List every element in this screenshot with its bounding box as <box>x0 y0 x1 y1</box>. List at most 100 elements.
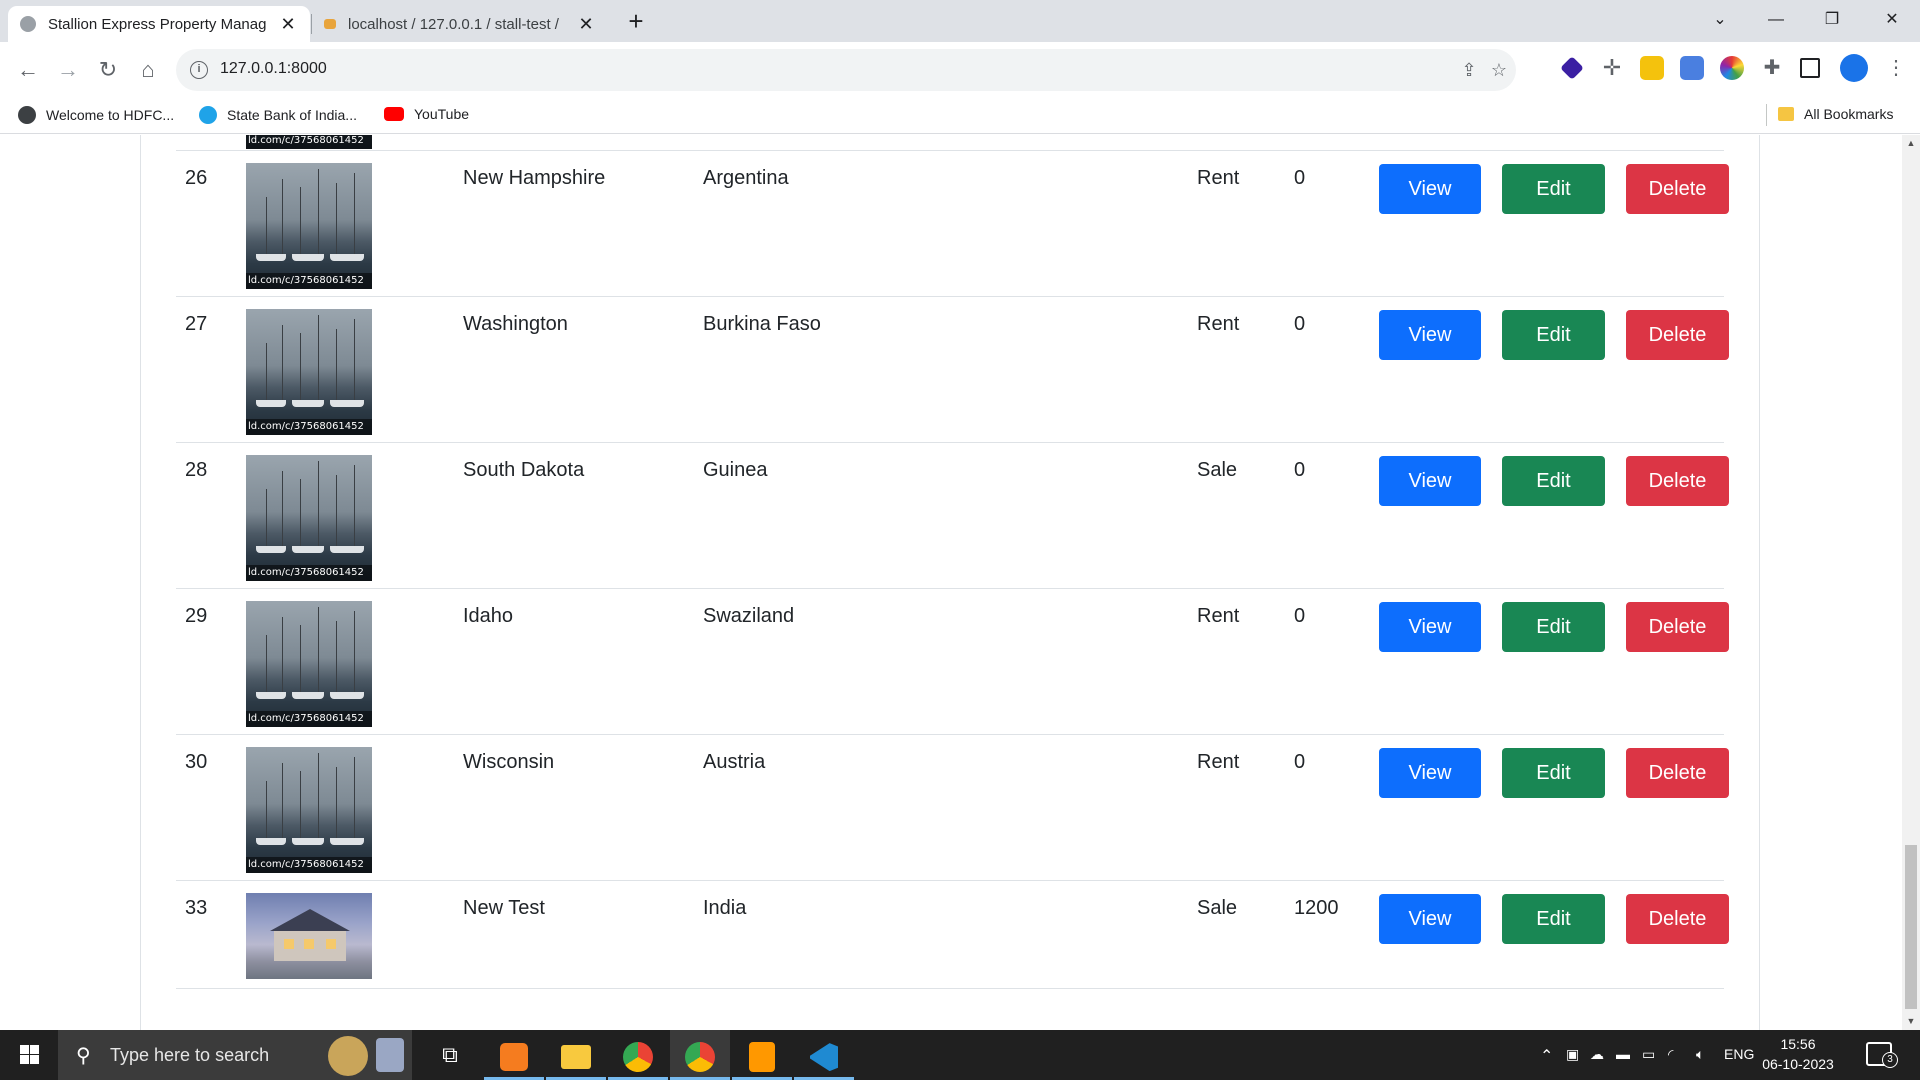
tab-phpmyadmin[interactable]: localhost / 127.0.0.1 / stall-test / ✕ <box>312 6 608 42</box>
language-indicator[interactable]: ENG <box>1724 1046 1754 1062</box>
property-state: Wisconsin <box>463 751 555 773</box>
wifi-icon[interactable]: ◜ <box>1668 1046 1673 1063</box>
task-view-icon[interactable]: ⧉ <box>420 1030 480 1080</box>
property-id: 27 <box>185 313 208 335</box>
taskbar-clock[interactable]: 15:56 06-10-2023 <box>1760 1034 1836 1074</box>
close-window-icon[interactable]: ✕ <box>1864 0 1920 40</box>
property-id: 26 <box>185 167 208 189</box>
delete-button[interactable]: Delete <box>1626 164 1729 214</box>
property-price: 0 <box>1294 313 1306 335</box>
view-button[interactable]: View <box>1379 602 1481 652</box>
browser-toolbar: ← → ↻ ⌂ i 127.0.0.1:8000 ⇪ ☆ <box>0 42 1920 98</box>
edit-button[interactable]: Edit <box>1502 456 1605 506</box>
row-divider <box>176 442 1724 443</box>
meet-now-icon[interactable]: ▣ <box>1566 1046 1579 1063</box>
reload-icon[interactable]: ↻ <box>92 54 124 86</box>
restore-icon[interactable]: ❐ <box>1804 0 1860 40</box>
tab-stallion-express[interactable]: Stallion Express Property Manag ✕ <box>8 6 310 42</box>
delete-button[interactable]: Delete <box>1626 894 1729 944</box>
delete-button[interactable]: Delete <box>1626 456 1729 506</box>
property-type: Rent <box>1197 167 1240 189</box>
extension-colorpicker-icon[interactable] <box>1720 56 1744 80</box>
delete-button[interactable]: Delete <box>1626 748 1729 798</box>
chrome-profile-icon[interactable] <box>670 1030 730 1080</box>
tab-search-chevron-down-icon[interactable]: ⌄ <box>1692 0 1748 40</box>
scrollbar-thumb[interactable] <box>1905 845 1917 1009</box>
windows-start-button[interactable] <box>0 1030 58 1080</box>
page-viewport: ld.com/c/37568061452 26 ld.com/c/3756806… <box>0 135 1902 1030</box>
property-image: ld.com/c/37568061452 <box>246 309 372 435</box>
bookmark-label: State Bank of India... <box>227 107 357 123</box>
file-explorer-icon[interactable] <box>546 1030 606 1080</box>
back-icon[interactable]: ← <box>12 54 44 86</box>
property-state: New Hampshire <box>463 167 606 189</box>
extensions-puzzle-icon[interactable]: ✚ <box>1760 56 1784 80</box>
view-button[interactable]: View <box>1379 456 1481 506</box>
property-price: 0 <box>1294 167 1306 189</box>
clock-date: 06-10-2023 <box>1762 1056 1834 1072</box>
close-tab-icon[interactable]: ✕ <box>278 14 298 34</box>
home-icon[interactable]: ⌂ <box>132 54 164 86</box>
profile-avatar[interactable] <box>1840 54 1868 82</box>
all-bookmarks[interactable]: All Bookmarks <box>1778 106 1893 122</box>
xampp-icon[interactable] <box>484 1030 544 1080</box>
bookmark-sbi[interactable]: State Bank of India... <box>199 106 357 124</box>
bookmark-hdfc[interactable]: Welcome to HDFC... <box>18 106 174 124</box>
address-bar[interactable]: i 127.0.0.1:8000 ⇪ ☆ <box>176 49 1516 91</box>
view-button[interactable]: View <box>1379 310 1481 360</box>
property-image: ld.com/c/37568061452 <box>246 163 372 289</box>
property-id: 28 <box>185 459 208 481</box>
property-image: ld.com/c/37568061452 <box>246 135 372 149</box>
edit-button[interactable]: Edit <box>1502 164 1605 214</box>
edit-button[interactable]: Edit <box>1502 748 1605 798</box>
scroll-down-icon[interactable]: ▼ <box>1902 1013 1920 1030</box>
delete-button[interactable]: Delete <box>1626 310 1729 360</box>
delete-button[interactable]: Delete <box>1626 602 1729 652</box>
property-image: ld.com/c/37568061452 <box>246 601 372 727</box>
edit-button[interactable]: Edit <box>1502 602 1605 652</box>
share-icon[interactable]: ⇪ <box>1458 59 1480 81</box>
display-icon[interactable]: ▭ <box>1642 1046 1655 1063</box>
page-scrollbar[interactable]: ▲ ▼ <box>1902 135 1920 1030</box>
property-country: Guinea <box>703 459 768 481</box>
view-button[interactable]: View <box>1379 748 1481 798</box>
bookmark-star-icon[interactable]: ☆ <box>1488 59 1510 81</box>
property-image <box>246 893 372 979</box>
forward-icon[interactable]: → <box>52 54 84 86</box>
side-panel-icon[interactable] <box>1800 58 1820 78</box>
property-price: 0 <box>1294 605 1306 627</box>
notification-center-icon[interactable]: 3 <box>1866 1042 1898 1068</box>
extension-move-icon[interactable]: ✛ <box>1600 56 1624 80</box>
new-tab-button[interactable]: + <box>620 6 652 38</box>
property-type: Rent <box>1197 313 1240 335</box>
vscode-icon[interactable] <box>794 1030 854 1080</box>
extension-yellow-icon[interactable] <box>1640 56 1664 80</box>
close-tab-icon[interactable]: ✕ <box>576 14 596 34</box>
property-type: Rent <box>1197 751 1240 773</box>
volume-icon[interactable]: 🔈︎ <box>1696 1046 1704 1063</box>
extension-translate-icon[interactable] <box>1680 56 1704 80</box>
bookmark-youtube[interactable]: YouTube <box>384 106 469 122</box>
chevron-up-icon[interactable]: ⌃ <box>1540 1046 1553 1066</box>
property-country: Swaziland <box>703 605 795 627</box>
row-divider <box>176 296 1724 297</box>
minimize-icon[interactable]: — <box>1748 0 1804 40</box>
scroll-up-icon[interactable]: ▲ <box>1902 135 1920 152</box>
menu-kebab-icon[interactable]: ⋮ <box>1884 56 1908 80</box>
site-info-icon[interactable]: i <box>190 61 208 79</box>
image-watermark: ld.com/c/37568061452 <box>246 711 372 727</box>
folder-icon <box>1778 107 1794 121</box>
view-button[interactable]: View <box>1379 164 1481 214</box>
onedrive-cloud-icon[interactable]: ☁ <box>1590 1046 1604 1063</box>
view-button[interactable]: View <box>1379 894 1481 944</box>
edit-button[interactable]: Edit <box>1502 894 1605 944</box>
property-type: Sale <box>1197 459 1238 481</box>
edit-button[interactable]: Edit <box>1502 310 1605 360</box>
sublime-text-icon[interactable] <box>732 1030 792 1080</box>
property-id: 33 <box>185 897 208 919</box>
taskbar-search[interactable]: ⚲ Type here to search <box>58 1030 412 1080</box>
battery-icon[interactable]: ▬ <box>1616 1046 1630 1062</box>
url-text[interactable]: 127.0.0.1:8000 <box>220 60 327 78</box>
chrome-icon[interactable] <box>608 1030 668 1080</box>
property-state: Washington <box>463 313 568 335</box>
